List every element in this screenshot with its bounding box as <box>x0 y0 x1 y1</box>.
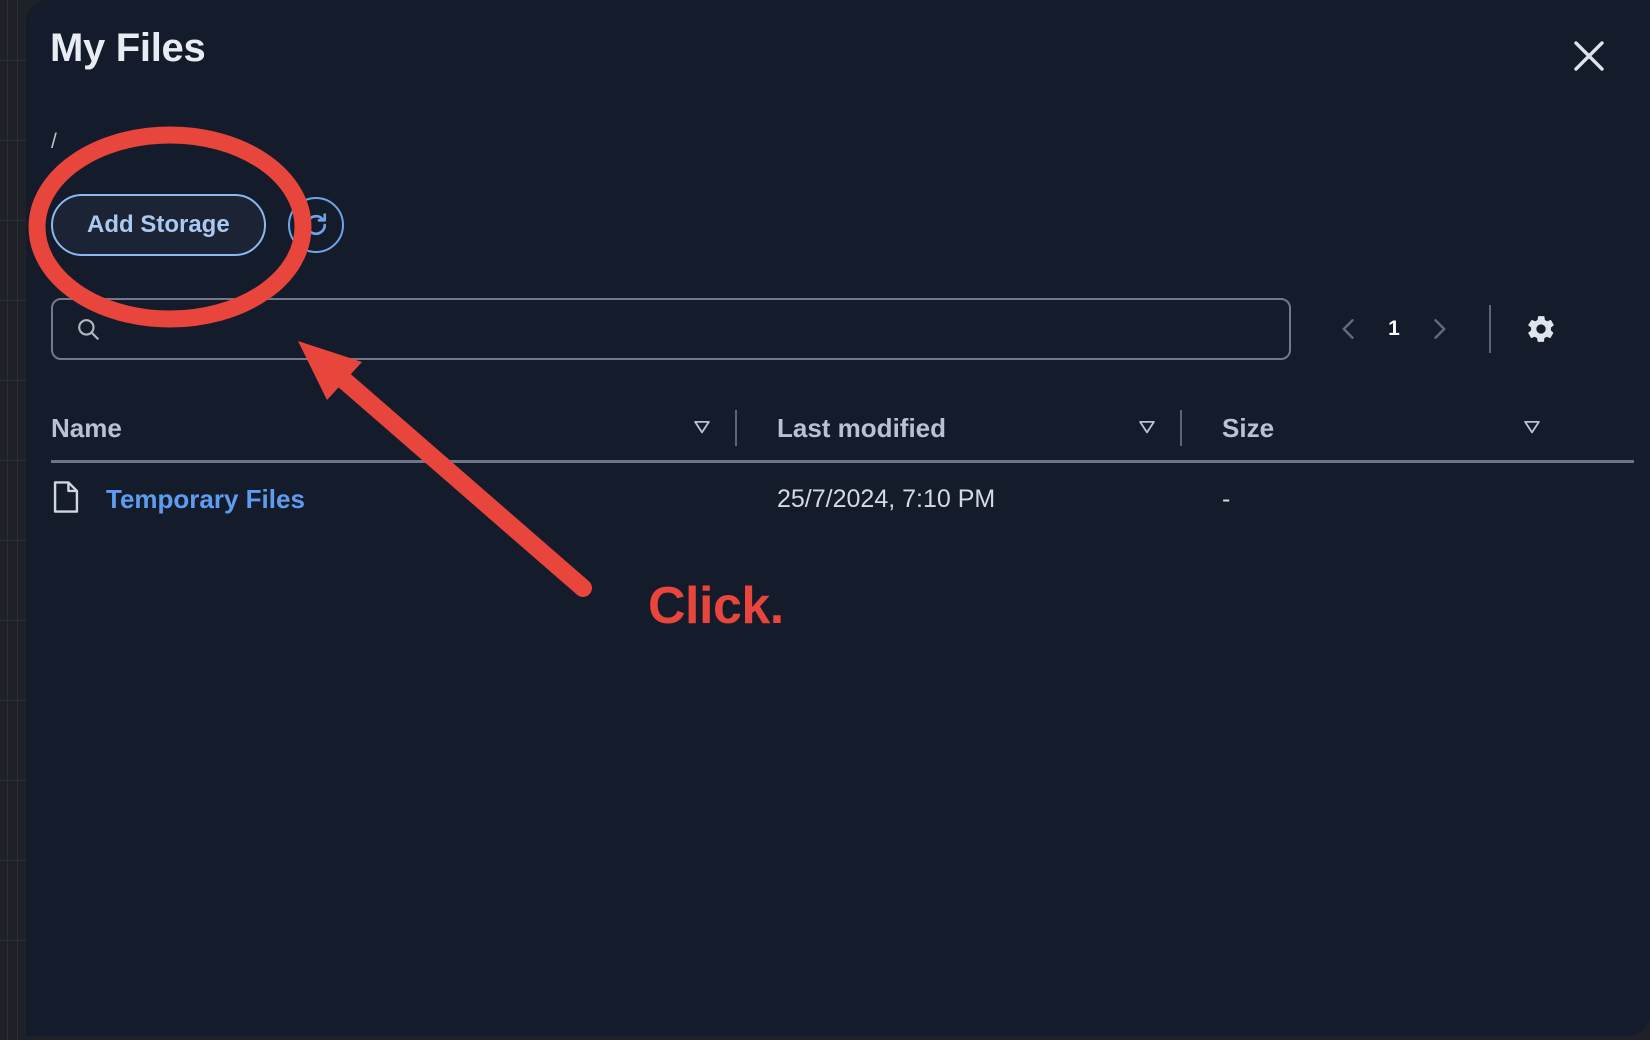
search-icon <box>75 316 101 342</box>
pagination-divider <box>1489 305 1491 353</box>
backdrop-gridline <box>7 0 8 1040</box>
table-body: Temporary Files 25/7/2024, 7:10 PM - <box>51 463 1634 535</box>
toolbar: Add Storage <box>51 194 344 256</box>
next-page-button[interactable] <box>1415 305 1463 353</box>
pagination: 1 <box>1325 298 1563 360</box>
column-header-size[interactable]: Size <box>1222 398 1274 458</box>
previous-page-button[interactable] <box>1325 305 1373 353</box>
column-header-name[interactable]: Name <box>51 398 122 458</box>
column-header-last-modified[interactable]: Last modified <box>777 398 946 458</box>
file-name-cell[interactable]: Temporary Files <box>51 480 305 519</box>
column-divider <box>735 410 737 446</box>
add-storage-button[interactable]: Add Storage <box>51 194 266 256</box>
search-and-pagination-row: 1 <box>51 298 1629 360</box>
breadcrumb[interactable]: / <box>51 130 57 154</box>
sort-icon-size[interactable] <box>1521 415 1543 437</box>
backdrop-gridline <box>17 0 18 1040</box>
settings-button[interactable] <box>1519 307 1563 351</box>
close-icon <box>1574 41 1604 71</box>
page-title: My Files <box>50 26 206 70</box>
chevron-right-icon <box>1434 319 1446 339</box>
column-divider <box>1180 410 1182 446</box>
file-name-label: Temporary Files <box>106 483 305 514</box>
sort-icon-last-modified[interactable] <box>1136 415 1158 437</box>
table-header-row: Name Last modified Size <box>51 398 1634 463</box>
close-button[interactable] <box>1566 33 1612 79</box>
search-input[interactable] <box>53 300 1289 358</box>
chevron-left-icon <box>1342 319 1354 339</box>
file-icon <box>51 480 81 519</box>
table-row[interactable]: Temporary Files 25/7/2024, 7:10 PM - <box>51 463 1634 535</box>
file-table: Name Last modified Size Temporary Files … <box>51 398 1634 514</box>
page-number: 1 <box>1388 317 1400 340</box>
refresh-button[interactable] <box>287 197 344 253</box>
my-files-dialog: My Files / Add Storage 1 Name Last modif… <box>26 0 1650 1036</box>
file-size-cell: - <box>1222 484 1231 513</box>
sort-icon-name[interactable] <box>691 415 713 437</box>
file-last-modified-cell: 25/7/2024, 7:10 PM <box>777 484 996 513</box>
search-box[interactable] <box>51 298 1291 360</box>
refresh-icon <box>305 213 326 236</box>
dialog-header: My Files <box>26 0 1650 112</box>
gear-icon <box>1528 316 1554 342</box>
